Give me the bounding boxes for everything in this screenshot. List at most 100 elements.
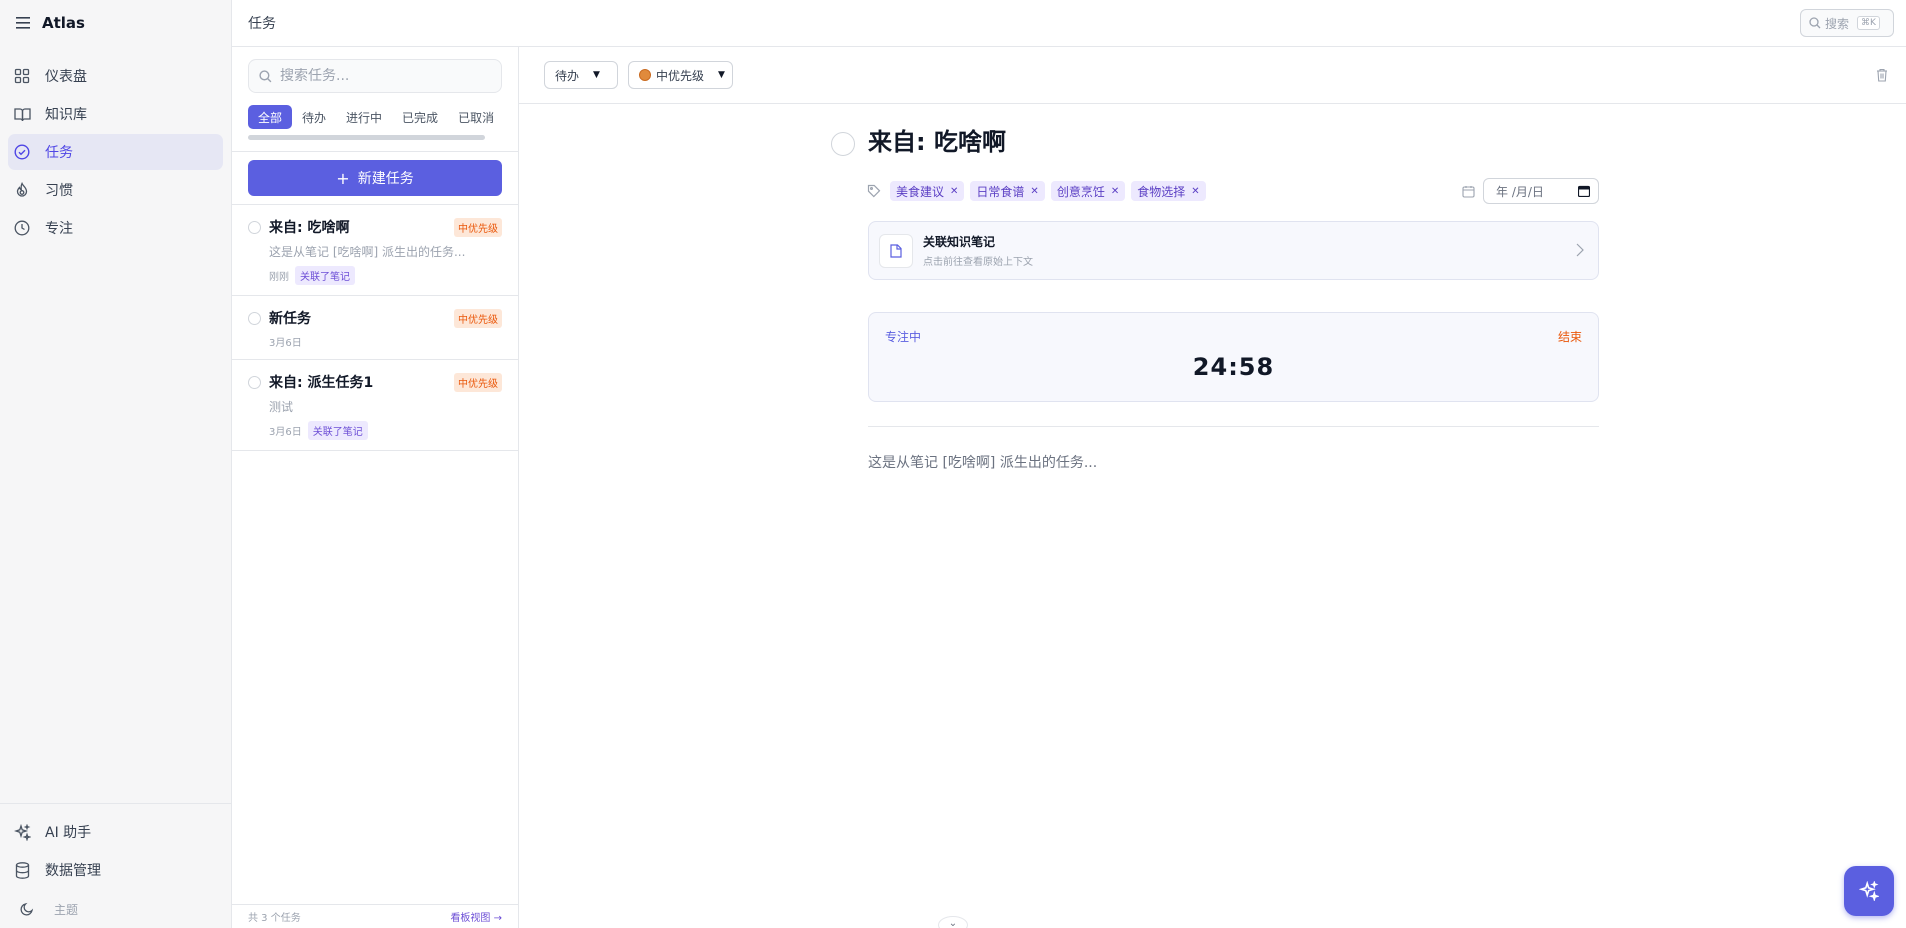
page-breadcrumb: 任务	[248, 16, 276, 32]
sidebar-item-knowledge[interactable]: 知识库	[8, 96, 223, 132]
linked-note-badge: 关联了笔记	[307, 421, 368, 440]
task-title-heading[interactable]: 来自: 吃啥啊	[868, 122, 1006, 157]
filter-tab-done[interactable]: 已完成	[392, 105, 448, 129]
content: 全部 待办 进行中 已完成 已取消 + 新建任务	[232, 47, 1906, 928]
chevron-down-icon: ▼	[593, 70, 600, 80]
linked-note-title: 关联知识笔记	[923, 235, 996, 249]
chevron-down-icon: ▼	[718, 70, 725, 80]
task-list-item[interactable]: 新任务 中优先级 3月6日	[232, 296, 518, 360]
chevron-right-icon	[1576, 242, 1584, 261]
sidebar-item-label: AI 助手	[45, 825, 92, 841]
task-count: 共 3 个任务	[248, 913, 301, 924]
task-search-box	[248, 59, 502, 93]
tag-icon	[867, 183, 881, 202]
sidebar-item-label: 仪表盘	[45, 69, 87, 85]
task-list-item[interactable]: 来自: 派生任务1 中优先级 测试 3月6日 关联了笔记	[232, 360, 518, 451]
tag-chip: 美食建议 ✕	[890, 181, 965, 201]
brand: Atlas	[0, 0, 231, 46]
end-focus-button[interactable]: 结束	[1558, 328, 1582, 345]
focus-timer: 24:58	[1192, 353, 1275, 381]
remove-tag-icon[interactable]: ✕	[1191, 186, 1199, 197]
calendar-picker-icon[interactable]	[1578, 185, 1590, 197]
sidebar-item-label: 数据管理	[45, 863, 101, 879]
task-search-input[interactable]	[280, 68, 480, 84]
plus-icon: +	[336, 168, 350, 188]
detail-toolbar: 待办 ▼ 中优先级 ▼	[519, 47, 1906, 104]
task-body[interactable]: 这是从笔记 [吃啥啊] 派生出的任务...	[868, 452, 1599, 472]
topbar: 任务 搜索 ⌘K	[232, 0, 1906, 47]
sidebar-item-tasks[interactable]: 任务	[8, 134, 223, 170]
sidebar: Atlas 仪表盘 知识库 任务 习惯 专注 AI 助手 数据管理 主题	[0, 0, 232, 928]
sidebar-item-label: 专注	[45, 221, 73, 237]
filter-tabs: 全部 待办 进行中 已完成 已取消	[248, 105, 502, 129]
divider	[868, 426, 1599, 427]
task-list-footer: 共 3 个任务 看板视图 →	[232, 904, 518, 928]
theme-toggle[interactable]: 主题	[0, 890, 231, 928]
linked-note-subtitle: 点击前往查看原始上下文	[923, 257, 1033, 268]
remove-tag-icon[interactable]: ✕	[1030, 186, 1038, 197]
task-complete-checkbox[interactable]	[831, 132, 855, 156]
status-select[interactable]: 待办 ▼	[544, 61, 618, 89]
linked-note-badge: 关联了笔记	[295, 266, 355, 285]
task-list-item[interactable]: 来自: 吃啥啊 中优先级 这是从笔记 [吃啥啊] 派生出的任务... 刚刚 关联…	[232, 205, 518, 296]
search-icon	[1809, 17, 1821, 29]
task-checkbox[interactable]	[248, 375, 261, 389]
global-search-button[interactable]: 搜索 ⌘K	[1800, 9, 1894, 37]
remove-tag-icon[interactable]: ✕	[1111, 186, 1119, 197]
search-shortcut: ⌘K	[1857, 16, 1880, 30]
board-view-link[interactable]: 看板视图 →	[450, 909, 502, 924]
task-title: 新任务	[269, 311, 311, 327]
double-chevron-down-icon[interactable]: ⌄	[938, 916, 968, 928]
task-date: 刚刚	[269, 272, 289, 283]
task-list-panel: 全部 待办 进行中 已完成 已取消 + 新建任务	[232, 47, 519, 928]
tag-chip: 食物选择 ✕	[1131, 181, 1206, 201]
file-icon	[879, 233, 913, 268]
sidebar-item-label: 习惯	[45, 183, 73, 199]
tags-row: 美食建议 ✕ 日常食谱 ✕ 创意烹饪 ✕ 食物选择 ✕ 年 /月/日	[867, 178, 1599, 204]
linked-note-card[interactable]: 关联知识笔记 点击前往查看原始上下文	[868, 221, 1599, 280]
due-date-input[interactable]: 年 /月/日	[1483, 178, 1599, 204]
priority-select-value: 中优先级	[656, 68, 705, 83]
task-title: 来自: 派生任务1	[269, 375, 374, 391]
filter-tab-todo[interactable]: 待办	[292, 105, 336, 129]
task-detail-panel: 待办 ▼ 中优先级 ▼ 来自: 吃啥啊 美食建议 ✕ 日常食谱 ✕ 创意烹饪 ✕…	[519, 47, 1906, 928]
due-date: 年 /月/日	[1462, 178, 1599, 204]
sidebar-item-dashboard[interactable]: 仪表盘	[8, 58, 223, 94]
filter-tabs-scrollbar[interactable]	[248, 135, 485, 140]
priority-badge: 中优先级	[454, 217, 502, 237]
app-title: Atlas	[42, 14, 85, 32]
clock-icon	[11, 217, 33, 239]
trash-icon[interactable]	[1876, 67, 1888, 86]
sidebar-nav: 仪表盘 知识库 任务 习惯 专注	[0, 58, 231, 246]
new-task-label: 新建任务	[357, 171, 414, 187]
moon-icon	[16, 898, 38, 920]
search-label: 搜索	[1825, 16, 1850, 31]
priority-badge: 中优先级	[454, 372, 502, 392]
ai-assistant-fab[interactable]	[1844, 866, 1894, 916]
check-circle-icon	[11, 141, 33, 163]
task-date: 3月6日	[269, 427, 302, 438]
filter-tab-cancelled[interactable]: 已取消	[448, 105, 502, 129]
sparkles-icon	[11, 821, 33, 843]
sidebar-item-habits[interactable]: 习惯	[8, 172, 223, 208]
status-select-value: 待办	[555, 68, 580, 83]
task-checkbox[interactable]	[248, 220, 261, 234]
app-root: Atlas 仪表盘 知识库 任务 习惯 专注 AI 助手 数据管理 主题 任务 …	[0, 0, 1906, 928]
search-icon	[259, 69, 272, 82]
sidebar-item-ai-assistant[interactable]: AI 助手	[8, 814, 223, 850]
task-description: 测试	[269, 400, 294, 414]
priority-badge: 中优先级	[454, 308, 502, 328]
filter-tab-all[interactable]: 全部	[248, 105, 293, 129]
sidebar-item-label: 任务	[45, 145, 73, 161]
tag-label: 美食建议	[896, 184, 945, 199]
remove-tag-icon[interactable]: ✕	[950, 186, 958, 197]
sidebar-item-data-management[interactable]: 数据管理	[8, 852, 223, 888]
new-task-button[interactable]: + 新建任务	[248, 160, 502, 196]
hamburger-menu-icon[interactable]	[12, 12, 34, 34]
sidebar-item-focus[interactable]: 专注	[8, 210, 223, 246]
tag-label: 创意烹饪	[1056, 184, 1105, 199]
filter-tab-in-progress[interactable]: 进行中	[336, 105, 392, 129]
tag-chip: 日常食谱 ✕	[970, 181, 1045, 201]
task-checkbox[interactable]	[248, 311, 261, 325]
priority-select[interactable]: 中优先级 ▼	[628, 61, 733, 89]
